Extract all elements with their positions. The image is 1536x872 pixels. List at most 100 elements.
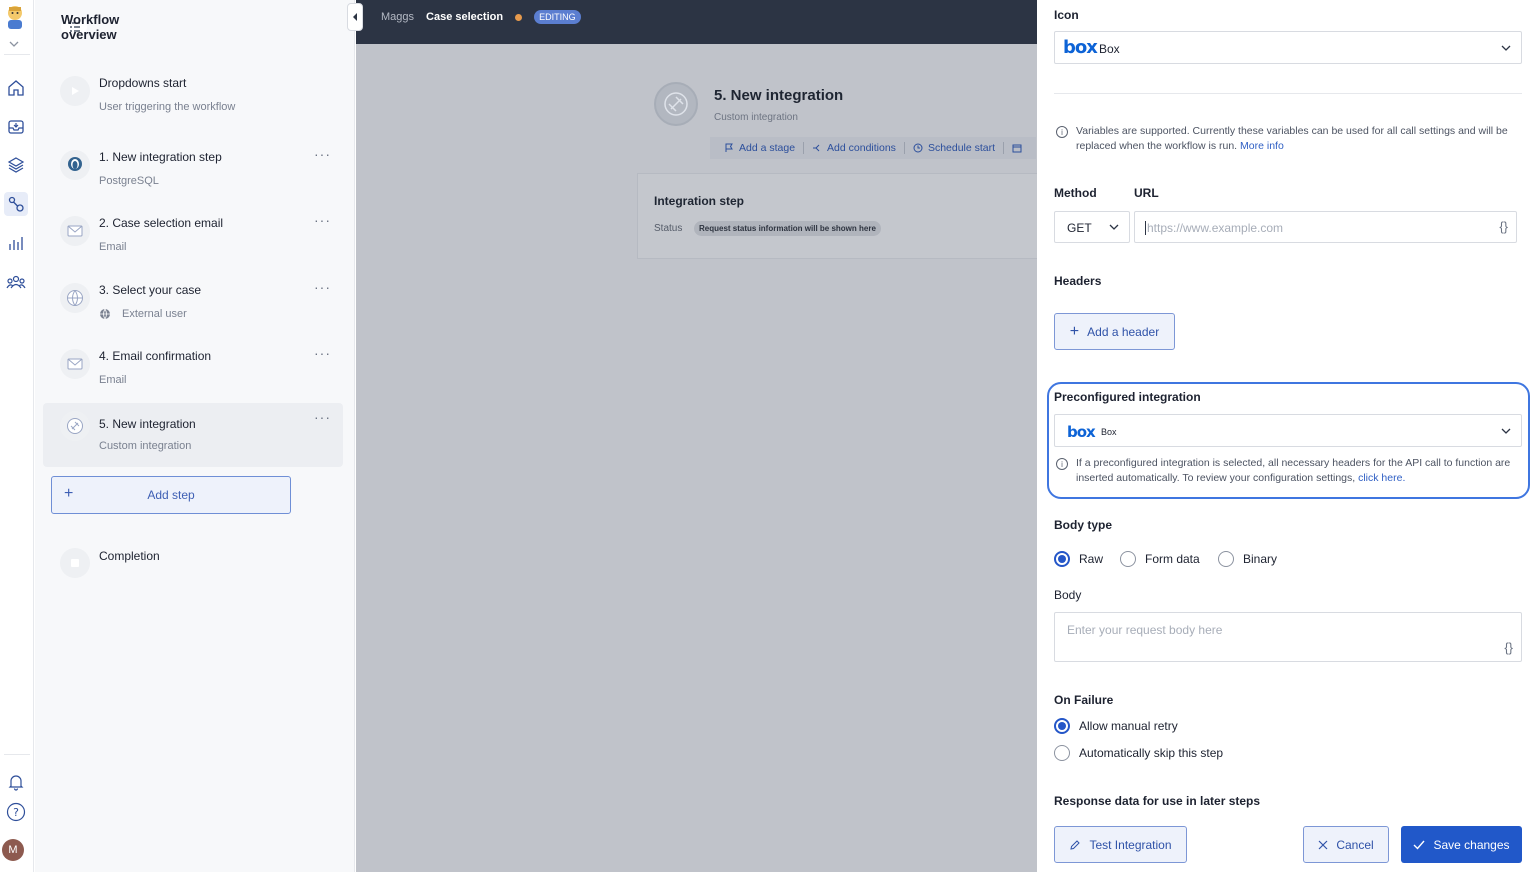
more-options-icon[interactable]: ··· <box>314 409 331 425</box>
icon-label: Icon <box>1054 8 1079 22</box>
calendar-button[interactable] <box>1004 143 1030 153</box>
step-subtitle-text: User triggering the workflow <box>99 101 236 113</box>
more-info-link[interactable]: More info <box>1240 140 1284 152</box>
url-placeholder: https://www.example.com <box>1145 221 1284 235</box>
chevron-down-icon <box>1501 428 1511 434</box>
icon-select[interactable]: box Box <box>1054 31 1522 64</box>
headers-label: Headers <box>1054 274 1102 288</box>
node-title: 5. New integration <box>714 87 844 104</box>
add-header-label: Add a header <box>1087 324 1160 339</box>
workflow-overview-title: Workflow overview <box>61 12 120 42</box>
add-header-button[interactable]: + Add a header <box>1054 313 1175 350</box>
step-subtitle: Email <box>99 241 127 253</box>
chart-icon[interactable] <box>4 231 28 255</box>
breadcrumb-item[interactable]: Maggs <box>381 11 414 23</box>
inbox-icon[interactable] <box>4 115 28 139</box>
box-logo-icon: box <box>1063 37 1098 58</box>
add-step-button[interactable]: + Add step <box>51 476 291 514</box>
radio-label: Raw <box>1079 552 1104 566</box>
preconfigured-select[interactable]: box Box <box>1054 414 1522 447</box>
radio-indicator[interactable] <box>1054 745 1070 761</box>
editing-badge: EDITING <box>534 10 581 24</box>
radio-skip-step[interactable]: Automatically skip this step <box>1054 745 1223 761</box>
radio-indicator[interactable] <box>1218 551 1234 567</box>
preconfigured-note-text: If a preconfigured integration is select… <box>1076 457 1511 484</box>
collapse-sidebar-button[interactable] <box>347 3 363 31</box>
step-subtitle-text: PostgreSQL <box>99 175 159 187</box>
status-badge: Request status information will be shown… <box>694 221 881 236</box>
schedule-start-button[interactable]: Schedule start <box>905 142 1005 154</box>
url-input[interactable]: https://www.example.com {} <box>1134 211 1517 243</box>
more-options-icon[interactable]: ··· <box>314 345 331 361</box>
body-label: Body <box>1054 588 1082 602</box>
body-textarea[interactable]: Enter your request body here {} <box>1054 612 1522 662</box>
integration-icon <box>60 411 90 441</box>
add-stage-label: Add a stage <box>739 142 796 154</box>
step-completion[interactable]: Completion <box>43 538 343 602</box>
step-start[interactable]: Dropdowns start User triggering the work… <box>43 66 343 130</box>
on-failure-label: On Failure <box>1054 693 1114 707</box>
globe-icon <box>60 283 90 313</box>
save-changes-button[interactable]: Save changes <box>1401 826 1522 863</box>
workflow-overview-header[interactable]: Workflow overview <box>61 12 119 42</box>
radio-allow-manual-retry[interactable]: Allow manual retry <box>1054 718 1178 734</box>
step-subtitle-text: Email <box>99 374 127 386</box>
step-subtitle: Email <box>99 374 127 386</box>
radio-label: Binary <box>1243 552 1278 566</box>
more-options-icon[interactable]: ··· <box>314 146 331 162</box>
add-stage-button[interactable]: Add a stage <box>716 142 805 154</box>
card-title: Integration step <box>654 194 745 208</box>
radio-indicator[interactable] <box>1054 718 1070 734</box>
more-options-icon[interactable]: ··· <box>314 279 331 295</box>
workflow-icon[interactable] <box>4 192 28 216</box>
method-select-value: GET <box>1067 221 1092 235</box>
node-subtitle: Custom integration <box>714 112 798 123</box>
variables-icon[interactable]: {} <box>1499 219 1508 234</box>
radio-raw[interactable]: Raw <box>1054 551 1103 567</box>
icon-select-value: Box <box>1099 42 1120 56</box>
globe-small-icon <box>100 308 110 320</box>
bell-icon[interactable] <box>4 770 28 794</box>
step-3[interactable]: 3. Select your case External user ··· <box>43 273 343 337</box>
step-title: Completion <box>99 549 160 563</box>
method-select[interactable]: GET <box>1054 211 1130 243</box>
step-title: 4. Email confirmation <box>99 349 212 363</box>
add-conditions-button[interactable]: Add conditions <box>804 142 905 154</box>
click-here-link[interactable]: click here. <box>1358 472 1405 484</box>
step-2[interactable]: 2. Case selection email Email ··· <box>43 206 343 270</box>
workflow-canvas <box>356 0 1037 872</box>
radio-indicator[interactable] <box>1120 551 1136 567</box>
layers-icon[interactable] <box>4 153 28 177</box>
email-icon <box>60 349 90 379</box>
info-icon: i <box>1056 126 1068 138</box>
radio-binary[interactable]: Binary <box>1218 551 1277 567</box>
box-logo-icon: box <box>1067 423 1096 441</box>
method-label: Method <box>1054 186 1097 200</box>
status-label: Status <box>654 223 683 234</box>
step-5[interactable]: 5. New integration Custom integration ··… <box>43 403 343 467</box>
avatar-icon[interactable] <box>4 4 26 30</box>
step-subtitle: External user <box>99 308 187 320</box>
user-avatar[interactable]: M <box>2 839 24 861</box>
branch-icon <box>813 144 820 152</box>
users-icon[interactable] <box>4 270 28 294</box>
step-4[interactable]: 4. Email confirmation Email ··· <box>43 339 343 403</box>
integration-step-card[interactable]: Integration step Status Request status i… <box>637 173 1037 259</box>
test-integration-button[interactable]: Test Integration <box>1054 826 1187 863</box>
calendar-icon <box>1012 144 1022 153</box>
radio-form-data[interactable]: Form data <box>1120 551 1200 567</box>
home-icon[interactable] <box>4 76 28 100</box>
save-changes-label: Save changes <box>1433 837 1510 852</box>
radio-label: Form data <box>1145 552 1200 566</box>
chevron-down-icon[interactable] <box>8 36 20 47</box>
variables-icon[interactable]: {} <box>1504 640 1513 655</box>
help-icon[interactable]: ? <box>4 800 28 824</box>
step-title: 5. New integration <box>99 417 196 431</box>
step-1[interactable]: 1. New integration step PostgreSQL ··· <box>43 140 343 204</box>
rail-divider <box>4 754 30 755</box>
cancel-button[interactable]: Cancel <box>1303 826 1389 863</box>
more-options-icon[interactable]: ··· <box>314 212 331 228</box>
radio-label: Automatically skip this step <box>1079 746 1224 760</box>
radio-indicator[interactable] <box>1054 551 1070 567</box>
plus-icon: + <box>1069 322 1080 340</box>
